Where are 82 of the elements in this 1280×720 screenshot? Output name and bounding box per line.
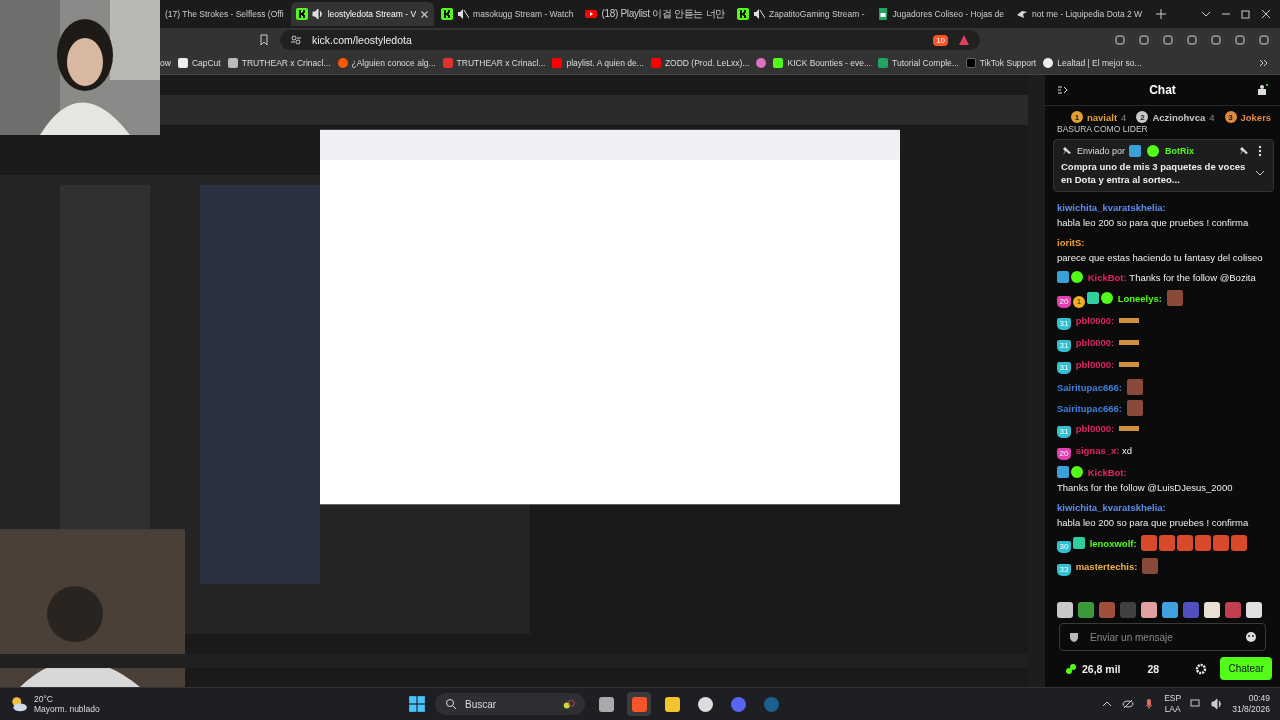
clock-date[interactable]: 31/8/2026 xyxy=(1232,704,1270,715)
layout-label[interactable]: LAA xyxy=(1164,704,1181,715)
username[interactable]: Sairitupac666: xyxy=(1057,382,1122,393)
browser-tab[interactable]: leostyledota Stream - V xyxy=(290,2,435,26)
bookmark-item[interactable]: playlist. A quien de... xyxy=(552,58,644,68)
leader-name[interactable]: Jokers xyxy=(1240,111,1272,123)
username[interactable]: pbl0000: xyxy=(1075,315,1115,326)
browser-tab[interactable]: not me - Liquipedia Dota 2 W xyxy=(1011,2,1148,26)
tab-title: (17) The Strokes - Selfless (Offi xyxy=(165,9,284,19)
leader-name[interactable]: Aczinohvca xyxy=(1152,111,1206,123)
bookmark-item[interactable]: Tutorial Comple... xyxy=(878,58,959,68)
clock-time[interactable]: 00:49 xyxy=(1248,693,1270,704)
bookmark-item[interactable]: ¿Alguien conoce alg... xyxy=(337,58,436,68)
rank-badge: 3 xyxy=(1224,111,1237,123)
bookmark-item[interactable]: TRUTHEAR x Crinacl... xyxy=(442,58,546,68)
chat-send-button[interactable]: Chatear xyxy=(1220,657,1272,680)
address-bar[interactable]: kick.com/leostyledota 10 xyxy=(280,30,980,50)
coin-badge: 1 xyxy=(1073,296,1085,308)
browser-tab[interactable]: Jugadores Coliseo - Hojas de xyxy=(871,2,1010,26)
username[interactable]: KickBot: xyxy=(1087,467,1127,478)
subscriber-badge: 31 xyxy=(1057,340,1071,352)
username[interactable]: ioritS: xyxy=(1057,237,1085,248)
bookmark-item[interactable]: TikTok Support xyxy=(965,58,1037,68)
username[interactable]: pbl0000: xyxy=(1075,337,1115,348)
username[interactable]: kiwichita_kvaratskhelia: xyxy=(1057,202,1166,213)
username[interactable]: kiwichita_kvaratskhelia: xyxy=(1057,502,1166,513)
username[interactable]: mastertechis: xyxy=(1075,561,1138,572)
viewer-count: 26,8 mil xyxy=(1082,662,1121,675)
bookmark-item[interactable]: ow xyxy=(160,58,171,68)
username[interactable]: signas_x: xyxy=(1075,445,1120,456)
rank-badge: 2 xyxy=(1136,111,1149,123)
message-text: BASURA COMO LIDER xyxy=(1057,124,1149,134)
username[interactable]: lenoxwolf: xyxy=(1089,538,1137,549)
subscriber-badge: 31 xyxy=(1057,426,1071,438)
browser-tab[interactable]: (18) Playlist 이걸 안듣는 너만 xyxy=(580,2,731,26)
tab-title: (18) Playlist 이걸 안듣는 너만 xyxy=(601,7,726,21)
username[interactable]: BotRix xyxy=(1165,146,1195,156)
gift-count: 4 xyxy=(1121,111,1127,123)
subscriber-badge: 30 xyxy=(1057,541,1071,553)
message-input[interactable]: Enviar un mensaje xyxy=(1059,623,1266,651)
tab-title: leostyledota Stream - V xyxy=(327,9,417,19)
rank-badge: 1 xyxy=(1071,111,1083,123)
username[interactable]: KickBot: xyxy=(1087,272,1127,283)
gift-count: 4 xyxy=(1209,111,1215,123)
weather-text: Mayorm. nublado xyxy=(34,704,100,714)
message-text: Thanks for the follow @LuisDJesus_2000 xyxy=(1057,481,1233,495)
username[interactable]: Loneelys: xyxy=(1117,293,1162,304)
language-label[interactable]: ESP xyxy=(1164,693,1182,704)
tab-title: ZapatitoGaming Stream - xyxy=(769,9,865,19)
url-text: kick.com/leostyledota xyxy=(312,34,412,46)
tab-title: masokugg Stream - Watch xyxy=(473,9,574,19)
chat-title: Chat xyxy=(1149,83,1176,97)
leader-name[interactable]: navialt xyxy=(1087,111,1118,123)
subscriber-badge: 31 xyxy=(1057,318,1071,330)
count-label: 28 xyxy=(1147,662,1160,675)
message-text: Thanks for the follow @Bozita xyxy=(1129,271,1256,285)
subscriber-badge: 20 xyxy=(1057,296,1071,308)
message-text: parece que estas haciendo tu fantasy del coliseo xyxy=(1057,251,1263,265)
pinned-text: Compra uno de mis 3 paquetes de voces en Dota y entra al sorteo... xyxy=(1061,160,1247,186)
bookmark-item[interactable]: Lealtad | El mejor so... xyxy=(1043,58,1142,68)
browser-tab[interactable]: (17) The Strokes - Selfless (Offi xyxy=(160,2,289,26)
bookmark-item[interactable]: CapCut xyxy=(177,58,221,68)
username[interactable]: pbl0000: xyxy=(1075,359,1115,370)
subscriber-badge: 33 xyxy=(1057,564,1071,576)
subscriber-badge: 31 xyxy=(1057,362,1071,374)
tab-title: not me - Liquipedia Dota 2 W xyxy=(1032,9,1143,19)
pinned-label: Enviado por xyxy=(1077,146,1126,156)
tab-title: Jugadores Coliseo - Hojas de xyxy=(892,9,1005,19)
bookmark-item[interactable]: KICK Bounties - eve... xyxy=(773,58,872,68)
taskbar-search[interactable]: Buscar xyxy=(435,693,586,715)
username[interactable]: Sairitupac666: xyxy=(1057,403,1122,414)
subscriber-badge: 20 xyxy=(1057,448,1071,460)
message-text: habla leo 200 so para que pruebes ! confirma xyxy=(1057,216,1249,230)
browser-tab[interactable]: ZapatitoGaming Stream - xyxy=(732,2,870,26)
username[interactable]: pbl0000: xyxy=(1075,423,1115,434)
message-text-input[interactable]: Enviar un mensaje xyxy=(1088,628,1237,646)
temperature: 20°C xyxy=(34,694,54,704)
message-text: xd xyxy=(1122,444,1133,458)
message-text: habla leo 200 so para que pruebes ! confirma xyxy=(1057,516,1249,530)
bookmark-item[interactable]: TRUTHEAR x Crinacl... xyxy=(227,58,331,68)
browser-tab[interactable]: masokugg Stream - Watch xyxy=(436,2,579,26)
bookmark-item[interactable]: ZODD (Prod. LeLxx)... xyxy=(650,58,750,68)
